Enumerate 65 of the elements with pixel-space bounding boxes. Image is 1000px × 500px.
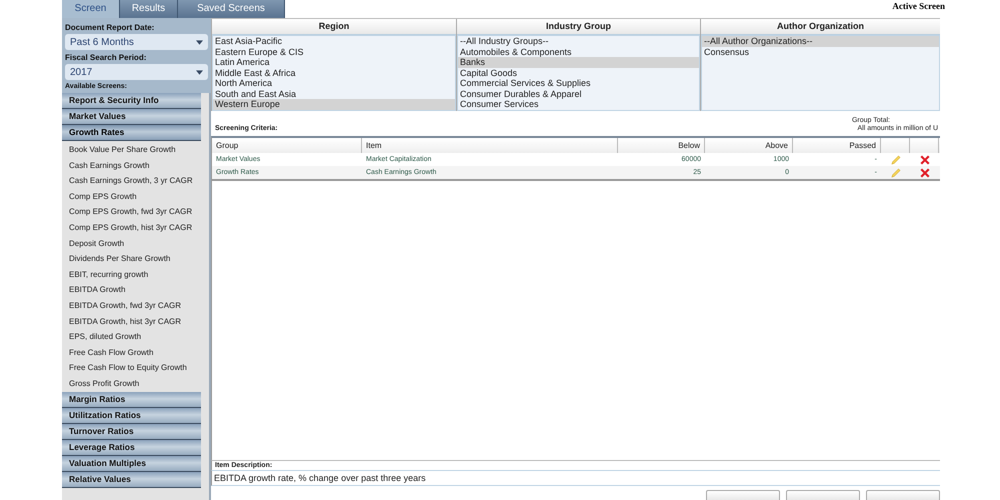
list-option[interactable]: Middle East & Africa: [213, 68, 455, 78]
column-header: Passed: [793, 138, 881, 153]
list-option[interactable]: Consensus: [702, 46, 939, 57]
list-option[interactable]: North America: [213, 78, 455, 88]
tab[interactable]: Saved Screens: [178, 0, 285, 18]
screen-item[interactable]: EPS, diluted Growth: [62, 329, 209, 345]
filter-listbox[interactable]: East Asia-Pacific Eastern Europe & CIS Latin America Middle East & Africa North America South and East Asia Western Europe: [212, 35, 456, 111]
category-header[interactable]: Valuation Multiples: [62, 456, 201, 472]
column-header: Item: [362, 138, 618, 153]
screen-item[interactable]: Deposit Growth: [62, 236, 209, 252]
date-dropdown[interactable]: Past 6 Months: [65, 34, 208, 50]
screen-item[interactable]: Book Value Per Share Growth: [62, 142, 209, 158]
column-header: Below: [618, 138, 705, 153]
list-option[interactable]: Consumer Durables & Apparel: [458, 88, 699, 99]
list-option[interactable]: Capital Goods: [458, 68, 699, 78]
category-header[interactable]: Market Values: [62, 109, 201, 125]
delete-icon[interactable]: [920, 168, 930, 178]
tab[interactable]: Screen: [62, 0, 120, 18]
list-option[interactable]: Commercial Services & Supplies: [458, 78, 699, 88]
active-screen-label: Active Screen: [892, 1, 945, 11]
screen-item[interactable]: EBIT, recurring growth: [62, 266, 209, 282]
description-text: EBITDA growth rate, % change over past three years: [211, 470, 940, 486]
list-option[interactable]: Eastern Europe & CIS: [213, 46, 455, 57]
screen-item[interactable]: EBITDA Growth, fwd 3yr CAGR: [62, 298, 209, 314]
screen-item[interactable]: EBITDA Growth, hist 3yr CAGR: [62, 314, 209, 330]
field-label: Document Report Date:: [65, 23, 156, 32]
category-header[interactable]: Leverage Ratios: [62, 440, 201, 456]
list-option[interactable]: Banks: [458, 57, 699, 68]
list-option[interactable]: --All Author Organizations--: [702, 36, 939, 46]
screen-item[interactable]: Gross Profit Growth: [62, 376, 209, 392]
delete-icon[interactable]: [920, 154, 930, 164]
screen-item[interactable]: Dividends Per Share Growth: [62, 251, 209, 267]
screen-item[interactable]: EBITDA Growth: [62, 282, 209, 298]
category-header[interactable]: Utilitzation Ratios: [62, 408, 201, 424]
column-header: Above: [705, 138, 793, 153]
category-header[interactable]: Margin Ratios: [62, 392, 201, 408]
column-header: Author Organization: [701, 19, 940, 35]
screen-item[interactable]: Comp EPS Growth, hist 3yr CAGR: [62, 220, 209, 236]
list-option[interactable]: Consumer Services: [458, 99, 699, 110]
list-option[interactable]: South and East Asia: [213, 88, 455, 99]
screen-item[interactable]: Cash Earnings Growth, 3 yr CAGR: [62, 173, 209, 189]
screen-item[interactable]: Cash Earnings Growth: [62, 158, 209, 174]
screen-item[interactable]: Comp EPS Growth: [62, 188, 209, 204]
field-label: Fiscal Search Period:: [65, 53, 148, 62]
list-option[interactable]: East Asia-Pacific: [213, 36, 455, 46]
screen-item[interactable]: Free Cash Flow to Equity Growth: [62, 360, 209, 376]
category-header[interactable]: Growth Rates: [62, 125, 201, 141]
filter-listbox[interactable]: --All Industry Groups-- Automobiles & Components Banks Capital Goods Commercial Services & Supplies Consumer Durables & Apparel Consumer Services: [457, 35, 700, 111]
category-header[interactable]: Relative Values: [62, 472, 201, 488]
list-option[interactable]: Latin America: [213, 57, 455, 68]
caret-icon: [196, 40, 203, 44]
caret-icon: [196, 70, 203, 74]
column-header: Industry Group: [457, 19, 700, 35]
tab[interactable]: Results: [120, 0, 178, 18]
list-option[interactable]: Western Europe: [213, 99, 455, 110]
period-dropdown[interactable]: 2017: [65, 64, 208, 80]
list-option[interactable]: Automobiles & Components: [458, 46, 699, 57]
category-header[interactable]: Report & Security Info: [62, 93, 201, 109]
filter-listbox[interactable]: --All Author Organizations-- Consensus: [701, 35, 940, 111]
screen-item[interactable]: Comp EPS Growth, fwd 3yr CAGR: [62, 204, 209, 220]
column-header: Group: [212, 138, 362, 153]
screen-item[interactable]: Free Cash Flow Growth: [62, 344, 209, 360]
list-option[interactable]: --All Industry Groups--: [458, 36, 699, 46]
column-header: Region: [212, 19, 456, 35]
category-header[interactable]: Turnover Ratios: [62, 424, 201, 440]
